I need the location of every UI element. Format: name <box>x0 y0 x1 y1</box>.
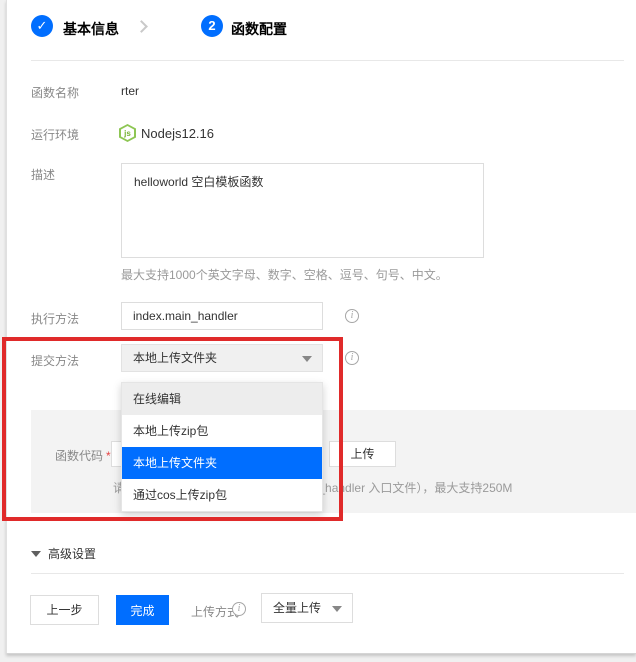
submit-method-dropdown-menu: 在线编辑 本地上传zip包 本地上传文件夹 通过cos上传zip包 <box>121 382 323 512</box>
function-name-value: rter <box>121 84 139 98</box>
menu-item-cos-zip[interactable]: 通过cos上传zip包 <box>122 479 322 511</box>
upload-mode-selected-value: 全量上传 <box>273 601 321 615</box>
description-hint: 最大支持1000个英文字母、数字、空格、逗号、句号、中文。 <box>121 266 448 283</box>
submit-method-selected-value: 本地上传文件夹 <box>133 351 217 365</box>
submit-method-label: 提交方法 <box>31 352 79 369</box>
function-code-label: 函数代码* <box>55 447 111 464</box>
upload-mode-select[interactable]: 全量上传 <box>261 593 353 623</box>
upload-button[interactable]: 上传 <box>329 441 396 467</box>
chevron-right-icon <box>135 20 148 33</box>
nodejs-icon <box>119 124 136 142</box>
step2-label: 函数配置 <box>231 19 287 39</box>
description-textarea[interactable]: helloworld 空白模板函数 <box>121 163 484 258</box>
step1-label[interactable]: 基本信息 <box>63 19 119 39</box>
header-divider <box>31 60 624 61</box>
info-icon[interactable] <box>345 351 359 365</box>
step2-number-badge: 2 <box>201 15 223 37</box>
menu-item-local-folder[interactable]: 本地上传文件夹 <box>122 447 322 479</box>
caret-down-icon <box>302 356 312 362</box>
submit-method-select[interactable]: 本地上传文件夹 <box>121 344 323 372</box>
advanced-settings-toggle[interactable]: 高级设置 <box>31 545 96 562</box>
description-label: 描述 <box>31 166 55 183</box>
handler-input[interactable] <box>121 302 323 330</box>
menu-item-local-zip[interactable]: 本地上传zip包 <box>122 415 322 447</box>
info-icon[interactable] <box>345 309 359 323</box>
handler-label: 执行方法 <box>31 310 79 327</box>
step1-done-icon[interactable]: ✓ <box>31 15 53 37</box>
function-name-label: 函数名称 <box>31 84 79 101</box>
info-icon[interactable] <box>232 602 246 616</box>
runtime-value: Nodejs12.16 <box>141 126 214 141</box>
wizard-card: ✓ 基本信息 2 函数配置 函数名称 rter 运行环境 Nodejs12.16… <box>6 0 636 654</box>
triangle-down-icon <box>31 551 41 557</box>
finish-button[interactable]: 完成 <box>116 595 169 625</box>
page: ✓ 基本信息 2 函数配置 函数名称 rter 运行环境 Nodejs12.16… <box>0 0 636 662</box>
previous-step-button[interactable]: 上一步 <box>30 595 99 625</box>
footer-divider <box>31 573 624 574</box>
runtime-label: 运行环境 <box>31 126 79 143</box>
menu-item-online-edit[interactable]: 在线编辑 <box>122 383 322 415</box>
required-asterisk: * <box>106 449 111 463</box>
caret-down-icon <box>332 606 342 612</box>
advanced-settings-label: 高级设置 <box>48 545 96 562</box>
